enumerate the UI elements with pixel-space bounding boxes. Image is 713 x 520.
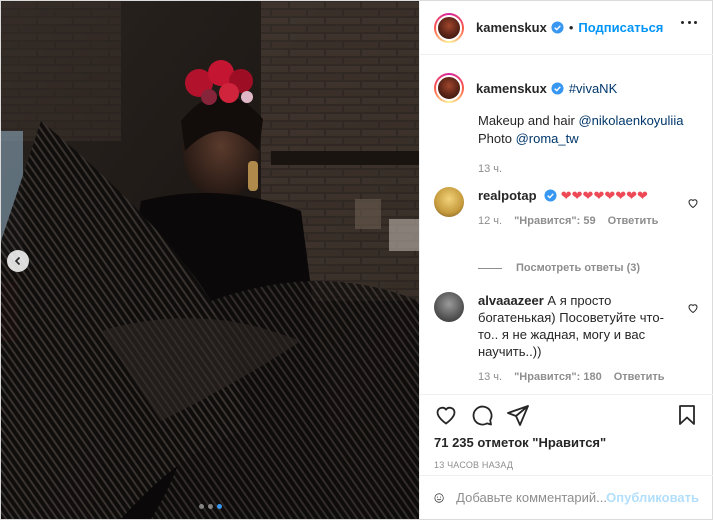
post-header: kamenskux • Подписаться — [420, 1, 713, 55]
comment-text: ❤❤❤❤❤❤❤❤ — [560, 188, 648, 203]
author-username[interactable]: kamenskux — [476, 20, 547, 35]
comments-section: kamenskux #vivaNK Makeup and hair @nikol… — [420, 56, 713, 394]
comment-body: realpotap ❤❤❤❤❤❤❤❤ — [478, 187, 678, 204]
header-separator: • — [568, 20, 574, 35]
comment-item: realpotap ❤❤❤❤❤❤❤❤ 12 ч. "Нравится": 59 … — [434, 187, 699, 227]
previous-slide-button[interactable] — [7, 250, 29, 272]
slide-dot — [198, 504, 204, 509]
slide-dot — [207, 504, 213, 509]
caption-username[interactable]: kamenskux — [476, 81, 547, 96]
comment-likes-count[interactable]: "Нравится": 59 — [514, 215, 595, 227]
more-options-icon[interactable] — [681, 21, 697, 25]
comment-like-icon[interactable] — [687, 197, 699, 209]
post-media[interactable] — [1, 1, 419, 519]
comment-time[interactable]: 12 ч. — [478, 215, 502, 227]
verified-badge-icon — [544, 189, 557, 202]
bookmark-icon[interactable] — [675, 403, 699, 427]
author-avatar[interactable] — [434, 12, 464, 43]
replies-divider — [478, 267, 502, 269]
emoji-icon[interactable] — [434, 486, 444, 510]
post-photo — [1, 1, 419, 519]
comment-likes-count[interactable]: "Нравится": 180 — [514, 371, 602, 383]
caption-text: Makeup and hair @nikolaenkoyuliia Photo … — [478, 112, 699, 148]
post-caption: kamenskux #vivaNK Makeup and hair @nikol… — [434, 73, 699, 175]
comment-icon[interactable] — [470, 403, 494, 427]
chevron-left-icon — [14, 256, 21, 266]
post-actions: 71 235 отметок "Нравится" 13 ЧАСОВ НАЗАД — [420, 394, 713, 470]
comment-meta: 12 ч. "Нравится": 59 Ответить — [478, 215, 699, 227]
commenter-avatar[interactable] — [434, 292, 464, 322]
slide-indicator — [1, 504, 419, 509]
verified-badge-icon — [551, 21, 564, 34]
comment-body: alvaaazeer А я просто богатенькая) Посов… — [478, 292, 678, 360]
comment-like-icon[interactable] — [687, 302, 699, 314]
post-timestamp[interactable]: 13 ЧАСОВ НАЗАД — [434, 460, 699, 470]
caption-mention-photo[interactable]: @roma_tw — [516, 131, 579, 146]
post-side-panel: kamenskux • Подписаться kamenskux #vivaN… — [419, 1, 713, 519]
comment-reply-button[interactable]: Ответить — [608, 215, 659, 227]
caption-time[interactable]: 13 ч. — [478, 163, 502, 175]
slide-dot-active — [216, 504, 222, 509]
instagram-post: kamenskux • Подписаться kamenskux #vivaN… — [0, 0, 713, 520]
add-comment-bar: Опубликовать — [420, 475, 713, 519]
view-replies-button[interactable]: Посмотреть ответы (3) — [478, 262, 640, 274]
caption-hashtag[interactable]: #vivaNK — [569, 81, 617, 96]
likes-count[interactable]: 71 235 отметок "Нравится" — [434, 435, 699, 450]
action-icons — [434, 395, 699, 435]
comment-input[interactable] — [456, 490, 607, 505]
follow-button[interactable]: Подписаться — [578, 20, 663, 35]
comment-reply-button[interactable]: Ответить — [614, 371, 665, 383]
comment-item: alvaaazeer А я просто богатенькая) Посов… — [434, 292, 699, 383]
caption-avatar[interactable] — [434, 73, 464, 103]
caption-line1-prefix: Makeup and hair — [478, 113, 579, 128]
caption-meta: 13 ч. — [478, 163, 699, 175]
comment-meta: 13 ч. "Нравится": 180 Ответить — [478, 371, 699, 383]
paper-plane-icon[interactable] — [506, 403, 530, 427]
commenter-username[interactable]: realpotap — [478, 188, 537, 203]
commenter-username[interactable]: alvaaazeer — [478, 293, 544, 308]
heart-icon[interactable] — [434, 403, 458, 427]
commenter-avatar[interactable] — [434, 187, 464, 217]
verified-badge-icon — [551, 81, 564, 95]
view-replies-label: Посмотреть ответы (3) — [516, 262, 641, 274]
publish-button[interactable]: Опубликовать — [606, 490, 699, 505]
comment-time[interactable]: 13 ч. — [478, 371, 502, 383]
caption-line2-prefix: Photo — [478, 131, 516, 146]
caption-mention-makeup[interactable]: @nikolaenkoyuliia — [578, 113, 683, 128]
